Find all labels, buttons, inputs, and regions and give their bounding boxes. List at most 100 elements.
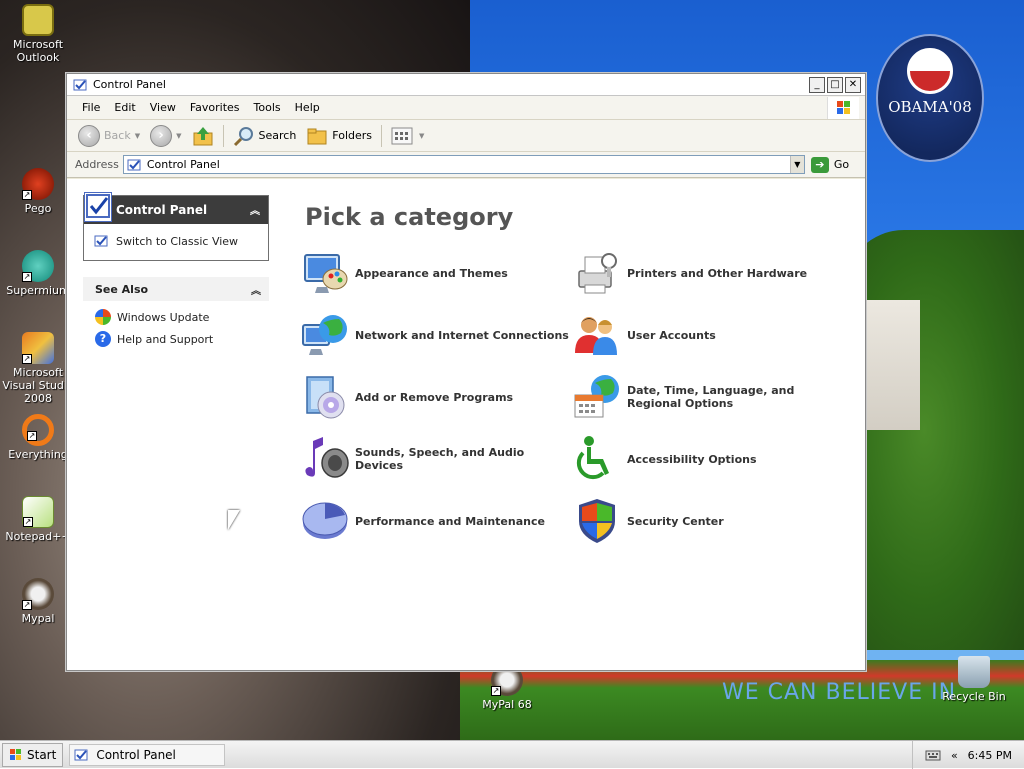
shortcut-arrow-icon: ↗ (22, 354, 32, 364)
windows-flag-icon (10, 748, 21, 760)
collapse-chevron-icon[interactable]: ︽ (250, 202, 260, 217)
recycle-bin-icon (958, 656, 990, 688)
toolbar-separator (222, 124, 224, 147)
category-label: Security Center (627, 514, 724, 528)
desktop-icon-label: Pego (24, 202, 52, 215)
category-sounds-audio[interactable]: Sounds, Speech, and Audio Devices (301, 435, 571, 483)
go-button[interactable]: ➔ Go (810, 156, 849, 173)
clock[interactable]: 6:45 PM (968, 749, 1012, 762)
help-icon: ? (95, 331, 111, 347)
printer-icon (578, 253, 617, 294)
desktop-icon-supermium[interactable]: ↗ Supermium (0, 250, 76, 297)
desktop-icon-label: MyPal 68 (482, 698, 532, 711)
desktop-icon-visual-studio[interactable]: ↗ Microsoft Visual Studio 2008 (0, 332, 76, 405)
category-network-internet[interactable]: Network and Internet Connections (301, 311, 571, 359)
page-title: Pick a category (305, 203, 514, 231)
category-label: Add or Remove Programs (355, 390, 514, 404)
search-button[interactable]: Search (228, 123, 302, 149)
category-printers-hardware[interactable]: Printers and Other Hardware (573, 249, 843, 297)
start-label: Start (27, 747, 57, 762)
views-button[interactable]: ▼ (386, 124, 429, 148)
outlook-icon (22, 4, 54, 36)
see-also-header[interactable]: See Also ︽ (83, 277, 269, 301)
everything-icon: ↗ (22, 414, 54, 446)
shortcut-arrow-icon: ↗ (22, 272, 32, 282)
obama-logo: OBAMA'08 (876, 34, 984, 162)
menu-edit[interactable]: Edit (107, 101, 142, 114)
wallpaper-house (860, 300, 920, 430)
menu-view[interactable]: View (143, 101, 183, 114)
maximize-button[interactable]: □ (827, 77, 843, 93)
folders-button[interactable]: Folders (301, 123, 377, 149)
desktop-icon-label: Recycle Bin (942, 690, 1006, 703)
address-dropdown-icon[interactable]: ▼ (789, 156, 804, 173)
obama-o-icon (907, 48, 953, 94)
menu-favorites[interactable]: Favorites (183, 101, 247, 114)
help-support-label: Help and Support (117, 332, 214, 346)
desktop-icon-mypal68[interactable]: ↗ MyPal 68 (469, 664, 545, 711)
desktop-icon-label: Everything (8, 448, 68, 461)
obama-logo-text: OBAMA'08 (888, 98, 972, 116)
windows-logo-icon (827, 97, 859, 119)
control-panel-icon (127, 159, 141, 170)
system-tray: « 6:45 PM (911, 741, 1024, 769)
category-security-center[interactable]: Security Center (573, 497, 843, 545)
back-arrow-icon: ‹ (78, 124, 100, 147)
views-grid-icon (391, 127, 413, 144)
minimize-button[interactable]: _ (809, 77, 825, 93)
task-pane-title: Control Panel (116, 203, 208, 217)
windows-flag-icon (837, 101, 850, 114)
category-label: Date, Time, Language, and Regional Optio… (627, 384, 795, 410)
switch-classic-view-link[interactable]: Switch to Classic View (84, 224, 268, 254)
up-folder-button[interactable] (187, 123, 219, 149)
control-panel-icon (84, 192, 112, 222)
programs-icon (306, 376, 345, 419)
appearance-icon (304, 254, 348, 293)
address-label: Address (75, 158, 119, 171)
address-value: Control Panel (146, 158, 220, 171)
forward-button[interactable]: › ▼ (145, 123, 186, 149)
shortcut-arrow-icon: ↗ (22, 600, 32, 610)
category-label: Accessibility Options (627, 452, 757, 466)
category-label: User Accounts (627, 328, 716, 342)
forward-dropdown-icon: ▼ (176, 131, 182, 140)
category-user-accounts[interactable]: User Accounts (573, 311, 843, 359)
taskbar-item-control-panel[interactable]: Control Panel (69, 743, 226, 766)
sound-icon (305, 437, 349, 478)
pego-icon: ↗ (22, 168, 54, 200)
go-arrow-icon: ➔ (810, 156, 829, 173)
desktop-icon-label: Microsoft Outlook (12, 38, 64, 64)
category-appearance-themes[interactable]: Appearance and Themes (301, 249, 571, 297)
back-button[interactable]: ‹ Back ▼ (73, 123, 145, 149)
tray-expand-chevron-icon[interactable]: « (951, 749, 958, 762)
category-add-remove-programs[interactable]: Add or Remove Programs (301, 373, 571, 421)
start-button[interactable]: Start (2, 742, 64, 767)
desktop-icon-mypal[interactable]: ↗ Mypal (0, 578, 76, 625)
desktop-icon-pego[interactable]: ↗ Pego (0, 168, 76, 215)
keyboard-icon[interactable] (925, 748, 941, 762)
category-performance-maintenance[interactable]: Performance and Maintenance (301, 497, 571, 545)
close-button[interactable]: ✕ (845, 77, 861, 93)
desktop-icon-outlook[interactable]: Microsoft Outlook (0, 4, 76, 64)
category-label: Sounds, Speech, and Audio Devices (355, 446, 525, 472)
category-accessibility[interactable]: Accessibility Options (573, 435, 843, 483)
desktop-icon-everything[interactable]: ↗ Everything (0, 414, 76, 461)
menu-tools[interactable]: Tools (247, 101, 288, 114)
address-input[interactable]: Control Panel ▼ (122, 155, 805, 174)
menu-help[interactable]: Help (288, 101, 327, 114)
search-icon (233, 126, 253, 146)
menu-file[interactable]: File (75, 101, 107, 114)
shield-icon (579, 499, 615, 543)
desktop-icon-recycle-bin[interactable]: Recycle Bin (936, 656, 1012, 703)
title-bar[interactable]: Control Panel _ □ ✕ (67, 74, 865, 96)
help-support-link[interactable]: ? Help and Support (83, 328, 269, 350)
task-pane-header[interactable]: Control Panel ︽ (84, 192, 268, 224)
shortcut-arrow-icon: ↗ (27, 431, 37, 441)
taskbar: Start Control Panel « 6:45 PM (0, 740, 1024, 769)
shortcut-arrow-icon: ↗ (491, 686, 501, 696)
category-date-time-language[interactable]: Date, Time, Language, and Regional Optio… (573, 373, 843, 421)
windows-update-link[interactable]: Windows Update (83, 301, 269, 328)
folders-icon (307, 128, 327, 144)
desktop-icon-notepadpp[interactable]: ↗ Notepad++ (0, 496, 76, 543)
collapse-chevron-icon[interactable]: ︽ (251, 282, 261, 297)
